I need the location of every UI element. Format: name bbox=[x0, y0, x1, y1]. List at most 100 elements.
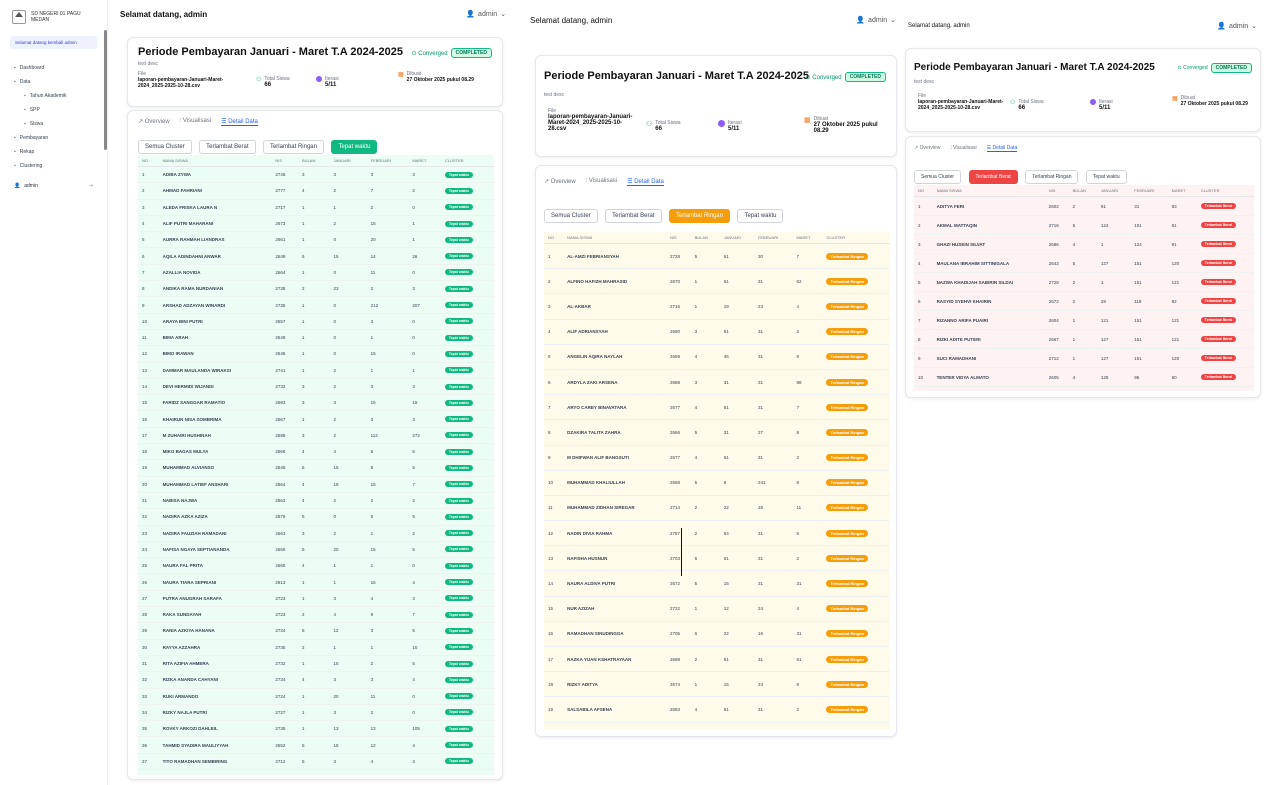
table-row[interactable]: 24 NAFISA NGAYA SEPTIANANDA 2666 5 20 15 5 Tepa… bbox=[138, 541, 494, 559]
table-row[interactable]: 11 BIMA ARAH 2649 1 0 1 0 Tepat waktu bbox=[138, 329, 494, 347]
table-row[interactable]: 6 RASYID SYEHVI KHAIRIN 2672 2 29 118 92 Terlam… bbox=[914, 291, 1254, 311]
sidebar-item-pembayaran[interactable]: ▪ Pembayaran bbox=[0, 131, 107, 145]
sidebar-item-rekap[interactable]: ▪ Rekap bbox=[0, 145, 107, 159]
tab-overview[interactable]: ↗ Overview bbox=[914, 145, 940, 152]
table-row[interactable]: 5 NAZWA KHADIJAH SABIRIN SILDAI 2728 2 1 151 1… bbox=[914, 272, 1254, 292]
table-row[interactable]: 15 FARIDZ SANGGAR RAMATIO 2683 3 3 15 16 Tepat … bbox=[138, 394, 494, 412]
table-row[interactable]: 4 ALIF PUTRI MAHARANI 2673 1 2 15 1 Tepat waktu bbox=[138, 215, 494, 233]
table-row[interactable]: 26 NAURA TIARA SEPRIANI 2613 1 1 16 4 Tepat wak… bbox=[138, 573, 494, 591]
table-row[interactable]: 37 TITO RAMADHAN SEMBIRING 2712 5 3 4 3 Tepat w… bbox=[138, 753, 494, 770]
sidebar-item-clustering[interactable]: ▪ Clustering bbox=[0, 159, 107, 173]
table-row[interactable]: 32 RIZKA ANANDA CAHYANI 2734 4 3 3 4 Tepat wakt… bbox=[138, 671, 494, 689]
filter-heavy-button[interactable]: Terlambat Berat bbox=[968, 170, 1018, 184]
table-row[interactable]: 35 ROVKY ARKOZI DAHLEIL 2735 1 13 13 105 Tepat … bbox=[138, 720, 494, 738]
table-row[interactable]: 21 NABISA NAJWA 2663 4 2 2 2 Tepat waktu bbox=[138, 492, 494, 510]
filter-ontime-button[interactable]: Tepat waktu bbox=[1085, 170, 1127, 184]
table-row[interactable]: 3 AL-AKBAR 2716 1 19 23 4 Terlambat Ringan bbox=[544, 293, 890, 320]
table-row[interactable]: 4 MAULANA IBRAHIM SITTINIGALA 2643 5 127 151 1… bbox=[914, 253, 1254, 273]
table-row[interactable]: 7 ARYO CAREY BINAVATARA 2677 4 61 31 7 Terlamba… bbox=[544, 394, 890, 421]
filter-light-button[interactable]: Terlambat Ringan bbox=[262, 140, 324, 154]
admin-menu[interactable]: 👤 admin ⌄ bbox=[466, 10, 506, 19]
table-row[interactable]: 10 ARAYA BINI PUTRI 2657 1 0 3 0 Tepat waktu bbox=[138, 313, 494, 330]
table-row[interactable]: 14 DEVI HERMIDI WIJANDI 2732 3 2 3 3 Tepat wakt… bbox=[138, 378, 494, 396]
table-row[interactable]: 28 RAKA SUNDAYAH 2723 2 4 9 7 Tepat waktu bbox=[138, 606, 494, 624]
table-row[interactable]: 10 TENTER VIDYA ALMATO 2605 4 125 95 60 Terlamb… bbox=[914, 367, 1254, 387]
filter-heavy-button[interactable]: Terlambat Berat bbox=[605, 209, 662, 223]
filter-ontime-button[interactable]: Tepat waktu bbox=[331, 140, 378, 154]
table-row[interactable]: 13 NAFISHA HUSNUN 2703 5 61 31 2 Terlambat Ring… bbox=[544, 545, 890, 572]
table-row[interactable]: 6 AQILA ADINDAHNI ANWAR 2649 5 15 14 26 Tepat w… bbox=[138, 247, 494, 265]
table-row[interactable]: 25 NAURA FAL PRITA 2665 4 1 1 0 Tepat waktu bbox=[138, 557, 494, 575]
table-row[interactable]: 19 SALSABILA AFSENA 2683 4 61 31 2 Terlambat Ri… bbox=[544, 696, 890, 723]
table-row[interactable]: 6 ARDYLA ZAKI ARSENA 2688 3 31 31 88 Terlambat … bbox=[544, 369, 890, 396]
tab-visualisasi[interactable]: ⫶ Visualisasi bbox=[586, 178, 617, 186]
table-row[interactable]: 17 M ZUHAIRI HUSHINAH 2688 3 2 112 272 Tepat wa… bbox=[138, 427, 494, 445]
table-row[interactable]: 12 BIMO IRAWAN 2645 1 0 15 0 Tepat waktu bbox=[138, 345, 494, 363]
admin-menu[interactable]: 👤 admin ⌄ bbox=[856, 16, 896, 25]
table-row[interactable]: 33 RUKI ARMANDO 2724 1 20 11 0 Tepat waktu bbox=[138, 688, 494, 705]
tab-overview[interactable]: ↗ Overview bbox=[138, 118, 170, 126]
table-row[interactable]: 14 NAURA ALDIVA PUTRI 2672 5 15 31 31 Terlambat… bbox=[544, 570, 890, 597]
table-row[interactable]: 1 AL-AMZI FEBRIANSYAH 2728 5 61 30 7 Terlambat … bbox=[544, 243, 890, 270]
table-row[interactable]: 36 TAHMID SYADIRA MAULIYYAH 2652 5 15 12 4 Tepa… bbox=[138, 736, 494, 754]
table-row[interactable]: 11 MUHAMMAD ZIDHAN SIREGAR 2714 2 22 28 11 Terl… bbox=[544, 495, 890, 522]
table-row[interactable]: 9 SUCI RAMADHANI 2712 1 127 151 120 Terlambat B… bbox=[914, 348, 1254, 368]
table-row[interactable]: 31 RITA AZIFIA AHMERA 2732 1 15 2 5 Tepat waktu bbox=[138, 655, 494, 673]
sidebar-item-data[interactable]: ▪ Data bbox=[0, 75, 107, 89]
sidebar-item-siswa[interactable]: ▪ Siswa bbox=[0, 117, 107, 131]
filter-light-button[interactable]: Terlambat Ringan bbox=[1025, 170, 1079, 184]
table-row[interactable]: 8 RIZKI ADITE PUTERI 2667 1 127 151 121 Terlamb… bbox=[914, 329, 1254, 349]
table-row[interactable]: 2 ALFINO HAFIZH MAHRASID 2670 1 61 31 62 Terlam… bbox=[544, 268, 890, 295]
table-row[interactable]: 1 ADITYA FERI 2602 2 91 31 93 Terlambat Berat bbox=[914, 196, 1254, 216]
tab-detail-data[interactable]: ☰ Detail Data bbox=[627, 178, 664, 186]
table-row[interactable]: 2 AKMAL MATTAQIN 2716 5 124 101 91 Terlambat Be… bbox=[914, 215, 1254, 235]
table-row[interactable]: 27 PUTRA ANUGRAH SARAFA 2723 1 3 4 3 Tepat wakt… bbox=[138, 590, 494, 608]
table-row[interactable]: 19 MUHAMMAD ALVIANSO 2645 5 15 5 5 Tepat waktu bbox=[138, 459, 494, 477]
table-row[interactable]: 5 ANGELIN AQIRA NAYLAH 2659 4 45 31 8 Terlambat… bbox=[544, 344, 890, 370]
sidebar-user[interactable]: 👤 admin ⇥ bbox=[0, 177, 107, 195]
table-row[interactable]: 9 ARSHAD ADZAYAN WINARDI 2735 1 0 212 207 Tepat… bbox=[138, 296, 494, 314]
filter-all-button[interactable]: Semua Cluster bbox=[914, 170, 962, 184]
table-row[interactable]: 9M DHIFWAN ALIF BANGSUTI 2677 4 61 31 2 Terlam… bbox=[544, 445, 890, 471]
table-row[interactable]: 29 RANIA AZKIYA HANANA 2734 5 12 3 5 Tepat wakt… bbox=[138, 622, 494, 640]
table-row[interactable]: 20 MUHAMMAD LATIEF ANSHARI 2664 4 18 15 7 Tepat… bbox=[138, 476, 494, 493]
sidebar-item-spp[interactable]: ▪ SPP bbox=[0, 103, 107, 117]
tab-visualisasi[interactable]: ⫶ Visualisasi bbox=[180, 118, 211, 126]
sidebar-item-tahun-akademik[interactable]: ▪ Tahun Akademik bbox=[0, 89, 107, 103]
table-row[interactable]: 8 DZAKIRA TALITA ZAHRA 2666 5 31 27 8 Terlambat… bbox=[544, 419, 890, 446]
table-row[interactable]: 30 RAYYA AZZAHRA 2735 2 1 1 10 Tepat waktu bbox=[138, 639, 494, 656]
table-row[interactable]: 3 ALEDA FRISKA LAURA N 2717 1 1 2 0 Tepat waktu bbox=[138, 199, 494, 216]
sidebar-scrollbar[interactable] bbox=[104, 30, 107, 150]
logout-icon[interactable]: ⇥ bbox=[89, 183, 93, 189]
table-row[interactable]: 16 KHAIRUN NISA SOMBRIMA 2667 1 2 3 3 Tepat wak… bbox=[138, 410, 494, 428]
table-row[interactable]: 2 AHMAD FAHRIANI 2777 4 2 7 2 Tepat waktu bbox=[138, 182, 494, 200]
table-row[interactable]: 13 DAMMAR MAULANDA WIRAKSI 2741 1 2 1 1 Tepat w… bbox=[138, 362, 494, 379]
table-row[interactable]: 1 ADIBA ZYWA 2745 3 3 3 3 Tepat waktu bbox=[138, 166, 494, 184]
table-row[interactable]: 7 AZALLIA NOVIDA 2664 1 0 11 0 Tepat waktu bbox=[138, 264, 494, 282]
tab-overview[interactable]: ↗ Overview bbox=[544, 178, 576, 186]
table-row[interactable]: 3 GHAZI HUSEIN SILVAT 2686 4 1 124 91 Terlambat… bbox=[914, 234, 1254, 254]
table-row[interactable]: 18 MIKO BAGAS MULYA 2666 4 4 6 6 Tepat waktu bbox=[138, 443, 494, 461]
table-row[interactable]: 17 RAZKA YUAN KSHATRAYAAN 2698 2 61 31 61 Terla… bbox=[544, 646, 890, 673]
table-row[interactable]: 18 RIZKY ADITYA 2674 1 15 24 8 Terlambat Ringan bbox=[544, 671, 890, 698]
table-row[interactable]: 15 NUR AZIZAH 2722 1 12 24 4 Terlambat Ringan bbox=[544, 596, 890, 622]
filter-ontime-button[interactable]: Tepat waktu bbox=[737, 209, 784, 223]
table-row[interactable]: 10 MUHAMMAD KHALIULLAH 2668 5 8 241 8 Terlambat… bbox=[544, 470, 890, 496]
tab-detail-data[interactable]: ☰ Detail Data bbox=[221, 118, 258, 126]
filter-all-button[interactable]: Semua Cluster bbox=[138, 140, 192, 154]
filter-light-button[interactable]: Terlambat Ringan bbox=[668, 209, 730, 223]
table-row[interactable]: 12 NADIN DIVIA RAHMA 2787 2 64 31 5 Terlambat R… bbox=[544, 520, 890, 547]
tab-detail-data[interactable]: ☰ Detail Data bbox=[986, 145, 1018, 152]
table-row[interactable]: 23 NADIRA FAUZIAH RAMADANI 2663 3 2 1 2 Tepat w… bbox=[138, 525, 494, 542]
table-row[interactable]: 4 ALIF ADRIANSYAH 2680 3 61 31 2 Terlambat Ring… bbox=[544, 319, 890, 345]
table-row[interactable]: 8 ANDIKA RAMA NURDANIAN 2738 2 23 2 3 Tepat wak… bbox=[138, 280, 494, 298]
tab-visualisasi[interactable]: ⫶ Visualisasi bbox=[950, 145, 976, 152]
admin-menu[interactable]: 👤 admin ⌄ bbox=[1217, 22, 1257, 31]
table-row[interactable]: 7 RIZANNO ARIFA PUAIRI 2604 1 121 151 121 Terla… bbox=[914, 310, 1254, 330]
table-row[interactable]: 22 NADIRA AZKA AZIZA 2679 5 0 5 5 Tepat waktu bbox=[138, 508, 494, 526]
table-row[interactable]: 5 AURRA RAHMAH LIANDRAS 2661 1 0 20 1 Tepat wak… bbox=[138, 231, 494, 249]
table-row[interactable]: 16 RAMADHAN SINUDINGGA 2705 6 22 16 31 Terlamba… bbox=[544, 621, 890, 648]
filter-all-button[interactable]: Semua Cluster bbox=[544, 209, 598, 223]
table-row[interactable]: 34 RIZKY NAJLA PUTRI 2727 1 3 2 0 Tepat waktu bbox=[138, 704, 494, 722]
sidebar-item-dashboard[interactable]: ▪ Dashboard bbox=[0, 61, 107, 75]
